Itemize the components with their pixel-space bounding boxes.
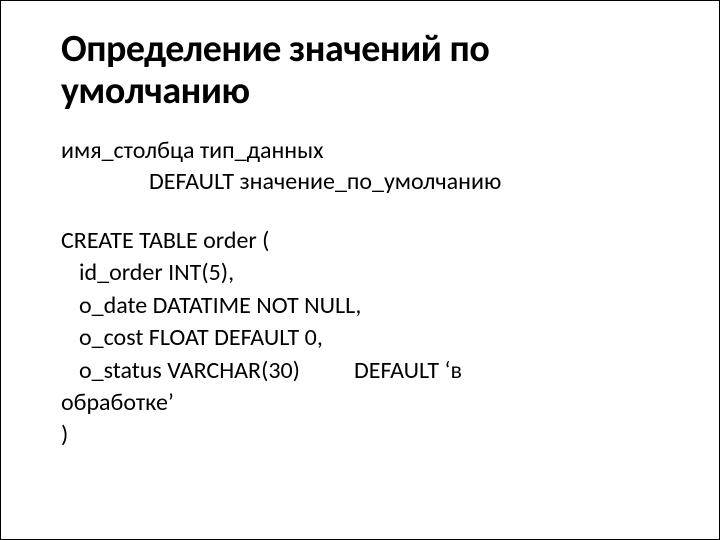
code-line-5: o_status VARCHAR(30) DEFAULT ‘в	[61, 355, 659, 387]
slide-title: Определение значений по умолчанию	[61, 29, 659, 113]
code-line-5a: o_status VARCHAR(30)	[79, 356, 300, 385]
syntax-line-2: DEFAULT значение_по_умолчанию	[61, 166, 659, 197]
code-block: CREATE TABLE order ( id_order INT(5), o_…	[61, 225, 659, 452]
code-line-1: CREATE TABLE order (	[61, 225, 659, 257]
code-line-6: обработке’	[61, 387, 659, 419]
code-line-5b: DEFAULT ‘в	[354, 356, 462, 385]
syntax-line-1: имя_столбца тип_данных	[61, 135, 659, 166]
code-line-3: o_date DATATIME NOT NULL,	[61, 290, 659, 322]
syntax-block: имя_столбца тип_данных DEFAULT значение_…	[61, 135, 659, 197]
slide: Определение значений по умолчанию имя_ст…	[0, 0, 720, 540]
code-line-2: id_order INT(5),	[61, 257, 659, 289]
code-line-4: o_cost FLOAT DEFAULT 0,	[61, 322, 659, 354]
code-line-7: )	[61, 419, 659, 451]
